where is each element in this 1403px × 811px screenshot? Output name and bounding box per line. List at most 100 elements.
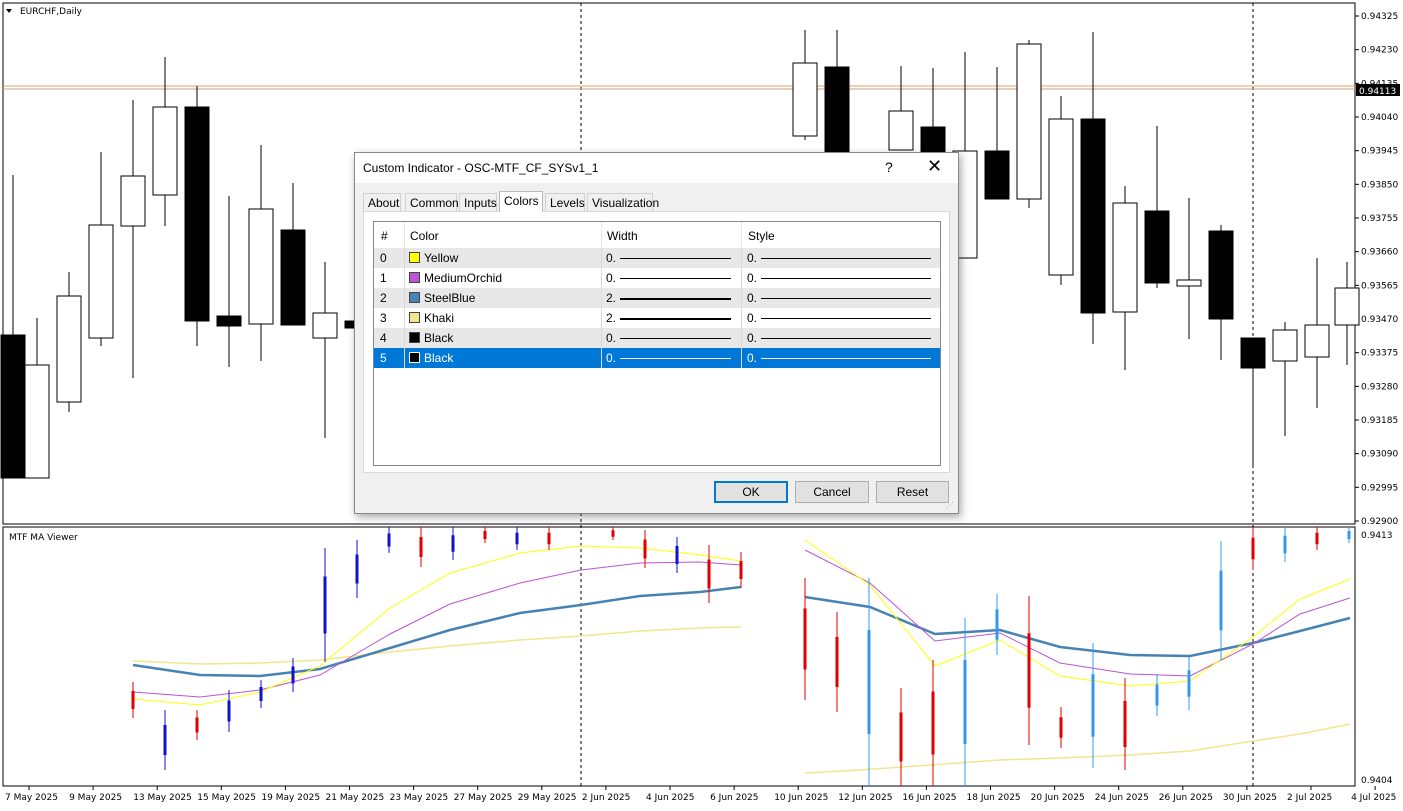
color-row[interactable]: 2 SteelBlue 2. 0. [374,288,940,308]
help-icon[interactable]: ? [885,159,893,175]
sub-bar-body [1283,535,1287,554]
row-style-value[interactable]: 0. [747,331,757,345]
subwindow-label: MTF MA Viewer [9,533,78,543]
header-width[interactable]: Width [607,229,638,243]
date-axis-label: 18 Jun 2025 [967,793,1021,803]
row-index: 1 [380,271,387,285]
row-color-name[interactable]: Yellow [424,251,458,265]
row-color-name[interactable]: Black [424,351,453,365]
sub-bar-body [931,691,935,755]
color-swatch-icon[interactable] [409,252,420,263]
reset-button[interactable]: Reset [876,481,949,503]
style-line-sample [761,258,931,259]
price-axis-label: 0.92995 [1361,483,1398,493]
resize-grip-icon[interactable]: ⋰ [946,501,956,511]
color-swatch-icon[interactable] [409,332,420,343]
row-index: 2 [380,291,387,305]
sub-bar-body [355,554,359,584]
price-axis-label: 0.93185 [1361,416,1398,426]
width-line-sample [620,338,731,339]
color-swatch-icon[interactable] [409,352,420,363]
header-color[interactable]: Color [410,229,439,243]
sub-bar-body [739,561,743,579]
date-axis-label: 16 Jun 2025 [902,793,956,803]
candle-body [24,364,50,479]
row-index: 0 [380,251,387,265]
price-axis-label: 0.93945 [1361,147,1398,157]
row-style-value[interactable]: 0. [747,291,757,305]
colors-grid[interactable]: # Color Width Style 0 Yellow 0. 0. 1 MediumOr… [373,221,941,466]
tab-levels[interactable]: Levels [545,193,585,211]
tab-common[interactable]: Common [405,193,459,211]
dialog-title-bar[interactable]: Custom Indicator - OSC-MTF_CF_SYSv1_1 ? … [355,153,958,183]
row-width-value[interactable]: 0. [606,331,616,345]
candle-body [792,62,818,137]
style-line-sample [761,278,931,279]
row-width-value[interactable]: 2. [606,291,616,305]
style-line-sample [761,338,931,339]
price-axis-label: 0.93850 [1361,180,1398,190]
date-axis-label: 15 May 2025 [197,793,256,803]
sub-bar-body [515,532,519,545]
row-index: 5 [380,351,387,365]
date-axis-label: 20 Jun 2025 [1031,793,1085,803]
header-style[interactable]: Style [748,229,775,243]
row-width-value[interactable]: 0. [606,271,616,285]
row-width-value[interactable]: 0. [606,351,616,365]
row-width-value[interactable]: 2. [606,311,616,325]
candle-body [1176,279,1202,287]
sub-bar-body [707,559,711,589]
color-row[interactable]: 4 Black 0. 0. [374,328,940,348]
sub-bar-body [259,687,263,701]
color-swatch-icon[interactable] [409,292,420,303]
candle-body [56,295,82,403]
header-index[interactable]: # [381,229,388,243]
color-row[interactable]: 1 MediumOrchid 0. 0. [374,268,940,288]
sub-bar-body [1155,684,1159,706]
date-axis-label: 12 Jun 2025 [838,793,892,803]
row-style-value[interactable]: 0. [747,311,757,325]
tab-visualization[interactable]: Visualization [587,193,659,211]
sub-bar-body [1123,701,1127,747]
candle-body [1112,202,1138,313]
ok-button[interactable]: OK [714,481,788,503]
date-axis-label: 21 May 2025 [326,793,385,803]
width-line-sample [620,258,731,259]
candle-body [824,66,850,161]
tab-inputs[interactable]: Inputs [459,193,497,211]
candle-body [1334,287,1360,326]
row-color-name[interactable]: MediumOrchid [424,271,502,285]
sub-bar-body [131,691,135,709]
tab-about[interactable]: About [363,193,401,211]
sub-bar-body [1187,670,1191,697]
row-color-name[interactable]: Khaki [424,311,454,325]
sub-bar-body [643,539,647,559]
color-row[interactable]: 3 Khaki 2. 0. [374,308,940,328]
row-width-value[interactable]: 0. [606,251,616,265]
sub-bar-body [867,630,871,734]
row-style-value[interactable]: 0. [747,251,757,265]
color-row[interactable]: 5 Black 0. 0. [374,348,940,368]
candle-body [984,150,1010,200]
sub-bar-body [1347,531,1351,539]
row-color-name[interactable]: Black [424,331,453,345]
color-swatch-icon[interactable] [409,312,420,323]
sub-bar-body [835,637,839,687]
row-style-value[interactable]: 0. [747,271,757,285]
color-row[interactable]: 0 Yellow 0. 0. [374,248,940,268]
sub-bar-body [1315,532,1319,545]
close-icon[interactable]: ✕ [927,156,942,177]
tab-colors[interactable]: Colors [499,191,543,212]
current-price-label: 0.94113 [1359,87,1396,97]
custom-indicator-dialog[interactable]: Custom Indicator - OSC-MTF_CF_SYSv1_1 ? … [354,152,959,514]
date-axis-label: 30 Jun 2025 [1223,793,1277,803]
row-style-value[interactable]: 0. [747,351,757,365]
price-axis-label: 0.93280 [1361,382,1398,392]
style-line-sample [761,318,931,319]
color-swatch-icon[interactable] [409,272,420,283]
row-color-name[interactable]: SteelBlue [424,291,475,305]
width-line-sample [620,298,731,300]
cancel-button[interactable]: Cancel [795,481,869,503]
price-axis-label: 0.93755 [1361,214,1398,224]
dialog-title: Custom Indicator - OSC-MTF_CF_SYSv1_1 [363,161,599,175]
